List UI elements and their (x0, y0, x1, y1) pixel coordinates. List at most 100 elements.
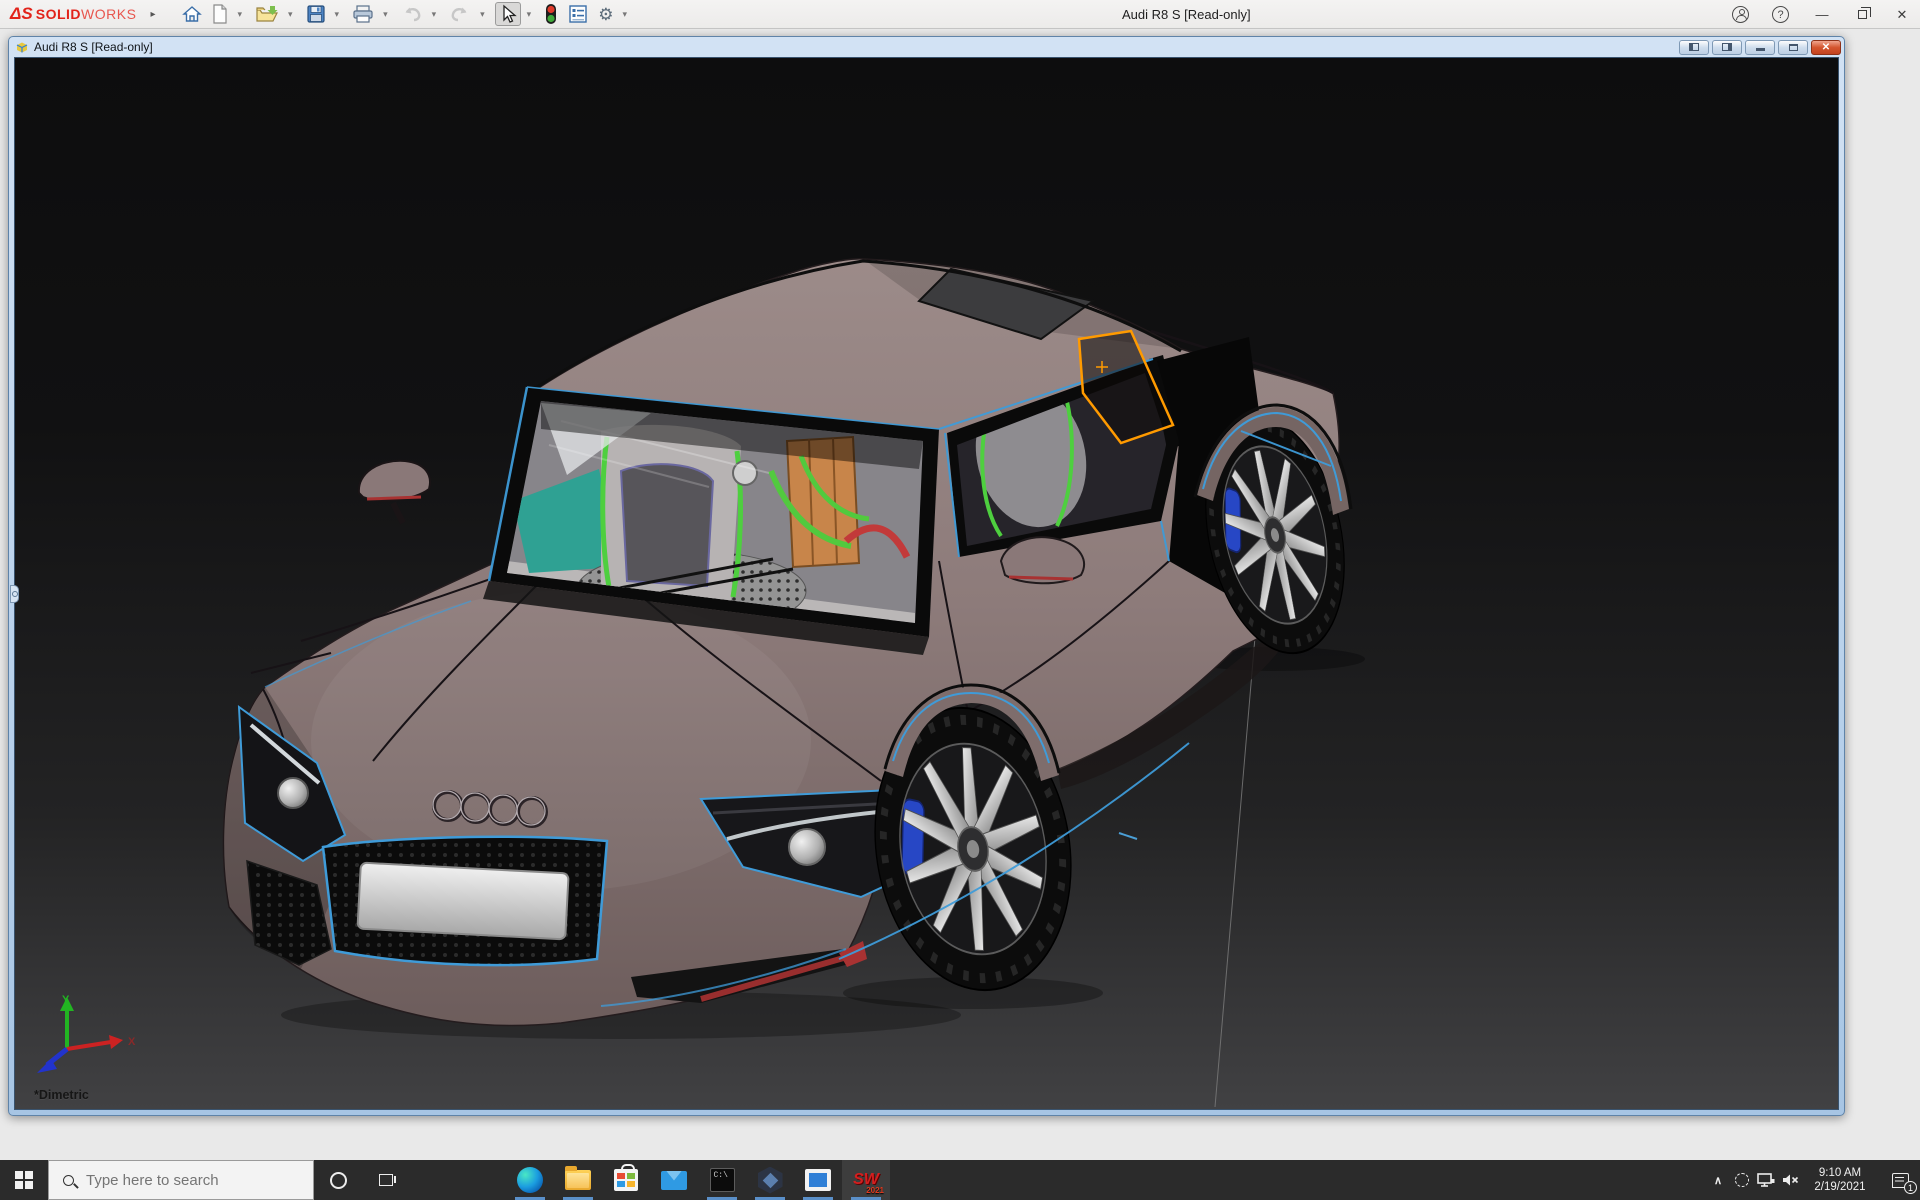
doc-close-button[interactable]: ✕ (1811, 40, 1841, 55)
print-dropdown[interactable]: ▾ (381, 9, 390, 20)
menu-flyout-arrow-icon[interactable]: ▸ (150, 9, 155, 20)
notification-badge: 1 (1904, 1181, 1917, 1194)
start-button[interactable] (0, 1160, 48, 1200)
doc-minimize-icon (1756, 48, 1765, 51)
mirror-right[interactable] (1001, 537, 1084, 583)
close-button[interactable]: ✕ (1892, 7, 1912, 23)
mail-icon (661, 1171, 687, 1190)
edge-icon (517, 1167, 543, 1193)
graphics-viewport[interactable]: Y X *Dimetric (14, 57, 1839, 1110)
open-dropdown[interactable]: ▾ (286, 9, 295, 20)
network-icon (1757, 1172, 1775, 1188)
app-window-controls: ? — ✕ (1732, 0, 1912, 29)
user-account-icon (1737, 11, 1744, 18)
cortana-button[interactable] (314, 1160, 362, 1200)
save-dropdown[interactable]: ▾ (333, 9, 342, 20)
save-button[interactable] (303, 2, 329, 26)
dashed-circle-icon (1735, 1173, 1749, 1187)
account-button[interactable] (1732, 6, 1752, 23)
split-left-icon (1689, 43, 1699, 51)
options-button[interactable]: ⚙ (595, 2, 616, 26)
ds-monogram-icon: ΔS (10, 4, 33, 24)
search-icon (63, 1175, 74, 1186)
split-right-icon (1722, 43, 1732, 51)
panel-collapse-handle[interactable] (10, 585, 19, 603)
microsoft-store-icon (614, 1169, 638, 1191)
select-tool-button[interactable] (495, 2, 521, 26)
taskbar-item-hexagon-app[interactable] (746, 1160, 794, 1200)
volume-button[interactable] (1778, 1160, 1802, 1200)
tray-meet-button[interactable] (1730, 1160, 1754, 1200)
restore-icon (1858, 10, 1867, 19)
brand-text-works: WORKS (81, 6, 136, 22)
open-button[interactable] (252, 2, 282, 26)
open-folder-icon (255, 4, 279, 24)
task-view-button[interactable] (362, 1160, 410, 1200)
brand-text-solid: SOLID (36, 6, 81, 22)
document-titlebar[interactable]: Audi R8 S [Read-only] ✕ (9, 37, 1844, 56)
task-view-icon (379, 1174, 393, 1186)
taskbar-item-window-app[interactable] (794, 1160, 842, 1200)
restore-button[interactable] (1852, 10, 1872, 19)
taskbar-clock[interactable]: 9:10 AM 2/19/2021 (1808, 1166, 1872, 1194)
print-button[interactable] (349, 2, 377, 26)
traffic-light-icon (544, 3, 558, 25)
speaker-muted-icon (1781, 1172, 1799, 1188)
print-icon (352, 4, 374, 24)
search-input[interactable] (84, 1171, 284, 1190)
quick-access-toolbar: ▾ ▾ ▾ ▾ ▾ ▾ ▾ (179, 2, 633, 26)
split-pane-right-button[interactable] (1712, 40, 1742, 55)
taskbar-item-cmd[interactable]: C:\ (698, 1160, 746, 1200)
new-document-button[interactable] (209, 2, 231, 26)
solidworks-2021-icon: SW 2021 (851, 1166, 881, 1194)
taskbar-item-explorer[interactable] (554, 1160, 602, 1200)
select-tool-dropdown[interactable]: ▾ (525, 9, 534, 20)
rebuild-button[interactable] (541, 2, 561, 26)
solidworks-application-window: ΔS SOLID WORKS ▸ ▾ ▾ ▾ ▾ ▾ (0, 0, 1920, 1200)
select-cursor-icon (499, 4, 517, 24)
hexagon-app-icon (758, 1167, 783, 1194)
undo-button[interactable] (398, 2, 426, 26)
taskbar-search[interactable] (48, 1160, 314, 1200)
taskbar-item-edge[interactable] (506, 1160, 554, 1200)
home-button[interactable] (179, 2, 205, 26)
construction-line[interactable] (1215, 637, 1255, 1107)
window-app-icon (805, 1169, 831, 1191)
help-button[interactable]: ? (1772, 6, 1792, 23)
redo-dropdown[interactable]: ▾ (478, 9, 487, 20)
taskbar-item-mail[interactable] (650, 1160, 698, 1200)
redo-icon (449, 4, 471, 24)
taskbar-item-store[interactable] (602, 1160, 650, 1200)
action-center-button[interactable]: 1 (1880, 1160, 1920, 1200)
windows-taskbar: C:\ SW 2021 ∧ 9:10 AM 2/19/2021 (0, 1160, 1920, 1200)
doc-restore-button[interactable] (1778, 40, 1808, 55)
clock-time: 9:10 AM (1808, 1166, 1872, 1180)
triad-x-label: X (128, 1036, 136, 1048)
chevron-up-icon: ∧ (1714, 1174, 1722, 1187)
new-document-dropdown[interactable]: ▾ (235, 9, 244, 20)
new-document-icon (212, 4, 228, 24)
orientation-triad: Y X (29, 993, 139, 1077)
view-orientation-label: *Dimetric (34, 1088, 89, 1102)
gear-icon: ⚙ (598, 6, 613, 23)
undo-dropdown[interactable]: ▾ (430, 9, 439, 20)
app-title: Audi R8 S [Read-only] (1122, 7, 1251, 22)
minimize-button[interactable]: — (1812, 7, 1832, 22)
split-pane-left-button[interactable] (1679, 40, 1709, 55)
command-prompt-icon: C:\ (710, 1168, 735, 1192)
options-dropdown[interactable]: ▾ (620, 9, 629, 20)
license-plate[interactable] (357, 863, 568, 940)
form-properties-icon (568, 4, 588, 24)
network-button[interactable] (1754, 1160, 1778, 1200)
tray-overflow-button[interactable]: ∧ (1706, 1160, 1730, 1200)
document-title: Audi R8 S [Read-only] (34, 40, 153, 54)
app-titlebar: ΔS SOLID WORKS ▸ ▾ ▾ ▾ ▾ ▾ (0, 0, 1920, 29)
mirror-left[interactable] (359, 461, 430, 523)
clock-date: 2/19/2021 (1808, 1180, 1872, 1194)
taskbar-item-solidworks[interactable]: SW 2021 (842, 1160, 890, 1200)
file-properties-button[interactable] (565, 2, 591, 26)
system-tray: ∧ 9:10 AM 2/19/2021 1 (1706, 1160, 1920, 1200)
car-model-render[interactable] (15, 58, 1839, 1110)
redo-button[interactable] (446, 2, 474, 26)
doc-minimize-button[interactable] (1745, 40, 1775, 55)
